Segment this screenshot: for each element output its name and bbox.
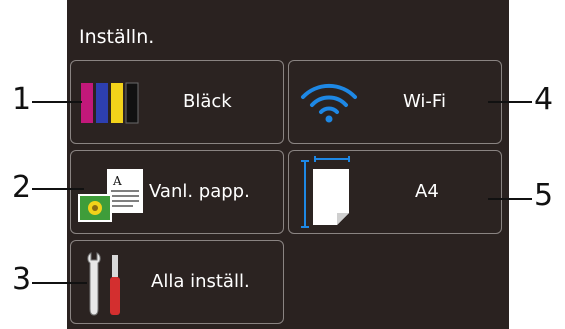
callout-4: 4 — [534, 82, 554, 117]
callout-2-line — [32, 188, 84, 190]
paper-size-icon — [301, 156, 350, 228]
wifi-button[interactable]: Wi-Fi — [288, 60, 502, 144]
ink-cartridges-icon — [81, 82, 139, 124]
callout-4-line — [488, 101, 532, 103]
paper-type-button-label: Vanl. papp. — [149, 181, 250, 202]
all-settings-button[interactable]: Alla inställ. — [70, 240, 284, 324]
callout-5: 5 — [534, 178, 554, 213]
callout-3-line — [32, 282, 87, 284]
svg-text:A: A — [112, 174, 122, 188]
screen-title: Inställn. — [79, 26, 155, 48]
ink-button-label: Bläck — [183, 91, 232, 112]
paper-size-button-label: A4 — [415, 181, 439, 202]
all-settings-button-label: Alla inställ. — [151, 271, 250, 292]
paper-photo-icon: A — [78, 169, 143, 222]
wifi-icon — [301, 83, 357, 123]
callout-2: 2 — [12, 170, 32, 205]
wifi-button-label: Wi-Fi — [403, 91, 446, 112]
callout-1: 1 — [12, 82, 32, 117]
paper-size-button[interactable]: A4 — [288, 150, 502, 234]
callout-1-line — [32, 101, 82, 103]
callout-5-line — [488, 198, 532, 200]
tools-icon — [87, 252, 120, 316]
paper-type-button[interactable]: A Vanl. papp. — [70, 150, 284, 234]
callout-3: 3 — [12, 262, 32, 297]
ink-button[interactable]: Bläck — [70, 60, 284, 144]
